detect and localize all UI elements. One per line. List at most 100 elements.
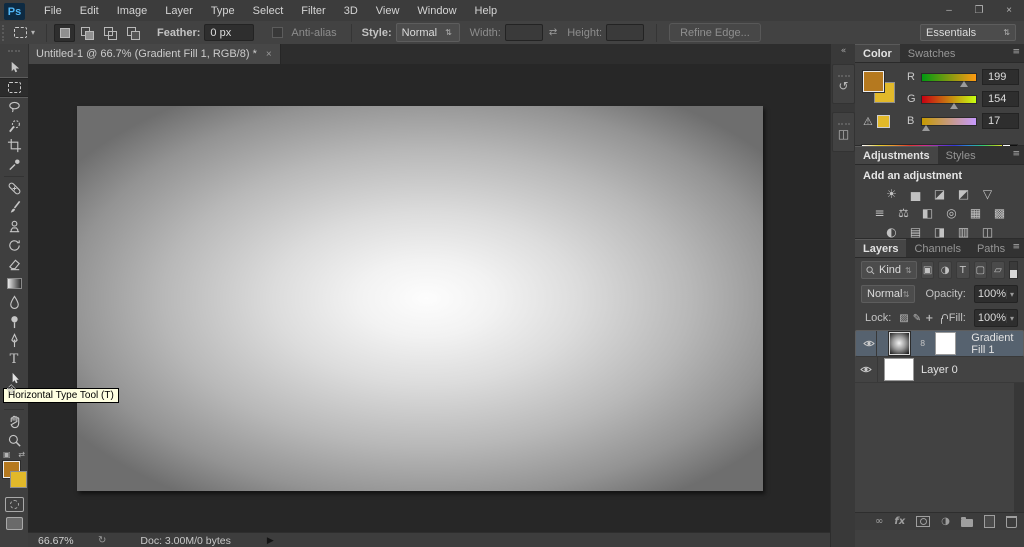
spot-healing-brush-tool[interactable] (1, 179, 27, 198)
layer-style-fx-icon[interactable]: fx (894, 516, 905, 527)
height-input[interactable] (606, 24, 644, 41)
filter-smart-objects-icon[interactable]: ▱ (991, 261, 1005, 279)
lock-transparency-icon[interactable]: ▨ (899, 313, 908, 324)
restore-button[interactable]: ❐ (964, 5, 994, 16)
zoom-level-field[interactable]: 66.67% (38, 535, 88, 547)
lock-all-icon[interactable] (941, 318, 942, 324)
layer-name[interactable]: Layer 0 (921, 364, 958, 376)
gradient-tool[interactable] (1, 274, 27, 293)
panel-menu-icon[interactable]: ≡ (1012, 242, 1020, 252)
green-value-field[interactable]: 154 (982, 91, 1019, 107)
menu-edit[interactable]: Edit (71, 5, 108, 17)
color-lookup-icon[interactable]: ▩ (991, 205, 1008, 220)
lock-pixels-icon[interactable]: ✎ (913, 313, 921, 324)
posterize-icon[interactable]: ▤ (907, 224, 924, 239)
panel-menu-icon[interactable]: ≡ (1012, 149, 1020, 159)
filter-type-layers-icon[interactable]: T (956, 261, 970, 279)
minimize-button[interactable]: – (934, 5, 964, 16)
menu-window[interactable]: Window (408, 5, 465, 17)
close-tab-icon[interactable]: × (266, 49, 272, 60)
fill-field[interactable]: 100% ▾ (974, 309, 1018, 327)
layer-row-gradient-fill[interactable]: 8 Gradient Fill 1 (855, 330, 1024, 357)
levels-icon[interactable]: ▅ (907, 186, 924, 201)
new-adjustment-layer-icon[interactable]: ◑ (941, 516, 950, 527)
background-color-swatch[interactable] (10, 471, 27, 488)
threshold-icon[interactable]: ◨ (931, 224, 948, 239)
hand-tool[interactable] (1, 412, 27, 431)
selective-color-icon[interactable]: ◫ (979, 224, 996, 239)
tab-adjustments[interactable]: Adjustments (855, 146, 938, 164)
hue-saturation-icon[interactable]: ≡ (871, 205, 888, 220)
quick-mask-button[interactable] (1, 495, 27, 514)
eyedropper-tool[interactable] (1, 155, 27, 174)
filter-shape-layers-icon[interactable]: ▢ (974, 261, 988, 279)
link-layers-icon[interactable]: ∞ (875, 516, 883, 527)
add-layer-mask-icon[interactable] (916, 516, 930, 527)
menu-type[interactable]: Type (202, 5, 244, 17)
color-balance-icon[interactable]: ⚖ (895, 205, 912, 220)
blue-slider-thumb[interactable] (922, 125, 930, 131)
zoom-tool[interactable] (1, 431, 27, 450)
tab-channels[interactable]: Channels (906, 240, 968, 257)
quick-selection-tool[interactable] (1, 117, 27, 136)
green-slider[interactable] (921, 95, 977, 104)
tab-paths[interactable]: Paths (969, 240, 1013, 257)
style-select[interactable]: Normal ⇅ (396, 23, 460, 42)
swap-colors-icon[interactable]: ⇄ (18, 450, 25, 459)
invert-icon[interactable]: ◐ (883, 224, 900, 239)
red-slider-thumb[interactable] (960, 81, 968, 87)
feather-input[interactable] (204, 24, 254, 41)
lasso-tool[interactable] (1, 98, 27, 117)
layer-filtering-toggle[interactable] (1009, 261, 1018, 279)
new-group-icon[interactable] (961, 517, 973, 527)
brush-tool[interactable] (1, 198, 27, 217)
red-value-field[interactable]: 199 (982, 69, 1019, 85)
blue-slider[interactable] (921, 117, 977, 126)
menu-filter[interactable]: Filter (292, 5, 334, 17)
history-panel-button[interactable]: ↺ (832, 64, 855, 104)
tab-color[interactable]: Color (855, 44, 900, 62)
collapse-panels-icon[interactable]: « (831, 44, 856, 56)
filter-pixel-layers-icon[interactable]: ▣ (921, 261, 935, 279)
visibility-toggle[interactable] (861, 331, 877, 356)
properties-panel-button[interactable]: ◫ (832, 112, 855, 152)
screen-mode-button[interactable] (1, 514, 27, 533)
gradient-map-icon[interactable]: ▥ (955, 224, 972, 239)
new-layer-icon[interactable] (984, 515, 995, 528)
close-button[interactable]: × (994, 5, 1024, 16)
width-input[interactable] (505, 24, 543, 41)
document-tab[interactable]: Untitled-1 @ 66.7% (Gradient Fill 1, RGB… (28, 44, 281, 64)
eraser-tool[interactable] (1, 255, 27, 274)
anti-alias-checkbox[interactable] (272, 27, 283, 38)
channel-mixer-icon[interactable]: ▦ (967, 205, 984, 220)
curves-icon[interactable]: ◪ (931, 186, 948, 201)
panel-menu-icon[interactable]: ≡ (1012, 47, 1020, 57)
tab-styles[interactable]: Styles (938, 147, 984, 164)
layer-name[interactable]: Gradient Fill 1 (971, 332, 1018, 356)
swap-dimensions-icon[interactable]: ⇄ (549, 27, 557, 38)
history-brush-tool[interactable] (1, 236, 27, 255)
blur-tool[interactable] (1, 293, 27, 312)
opacity-field[interactable]: 100% ▾ (974, 285, 1018, 303)
blue-value-field[interactable]: 17 (982, 113, 1019, 129)
black-white-icon[interactable]: ◧ (919, 205, 936, 220)
menu-image[interactable]: Image (108, 5, 157, 17)
dodge-tool[interactable] (1, 312, 27, 331)
menu-layer[interactable]: Layer (156, 5, 202, 17)
delete-layer-icon[interactable] (1006, 516, 1017, 528)
selection-mode-intersect-button[interactable] (123, 24, 144, 42)
tool-preset-picker[interactable]: ▾ (9, 27, 40, 38)
default-colors-icon[interactable]: ▣ (3, 450, 11, 459)
tab-swatches[interactable]: Swatches (900, 45, 964, 62)
workspace-switcher[interactable]: Essentials ⇅ (920, 24, 1016, 41)
gamut-color-chip[interactable] (877, 115, 890, 128)
lock-position-icon[interactable]: + (925, 313, 933, 324)
gradient-fill-thumbnail[interactable] (889, 332, 910, 355)
menu-file[interactable]: File (35, 5, 71, 17)
filter-adjustment-layers-icon[interactable]: ◑ (938, 261, 952, 279)
brightness-contrast-icon[interactable]: ☀ (883, 186, 900, 201)
gamut-warning-icon[interactable]: ⚠ (863, 115, 873, 128)
menu-help[interactable]: Help (466, 5, 507, 17)
green-slider-thumb[interactable] (950, 103, 958, 109)
layer-row-layer0[interactable]: Layer 0 (855, 357, 1024, 383)
